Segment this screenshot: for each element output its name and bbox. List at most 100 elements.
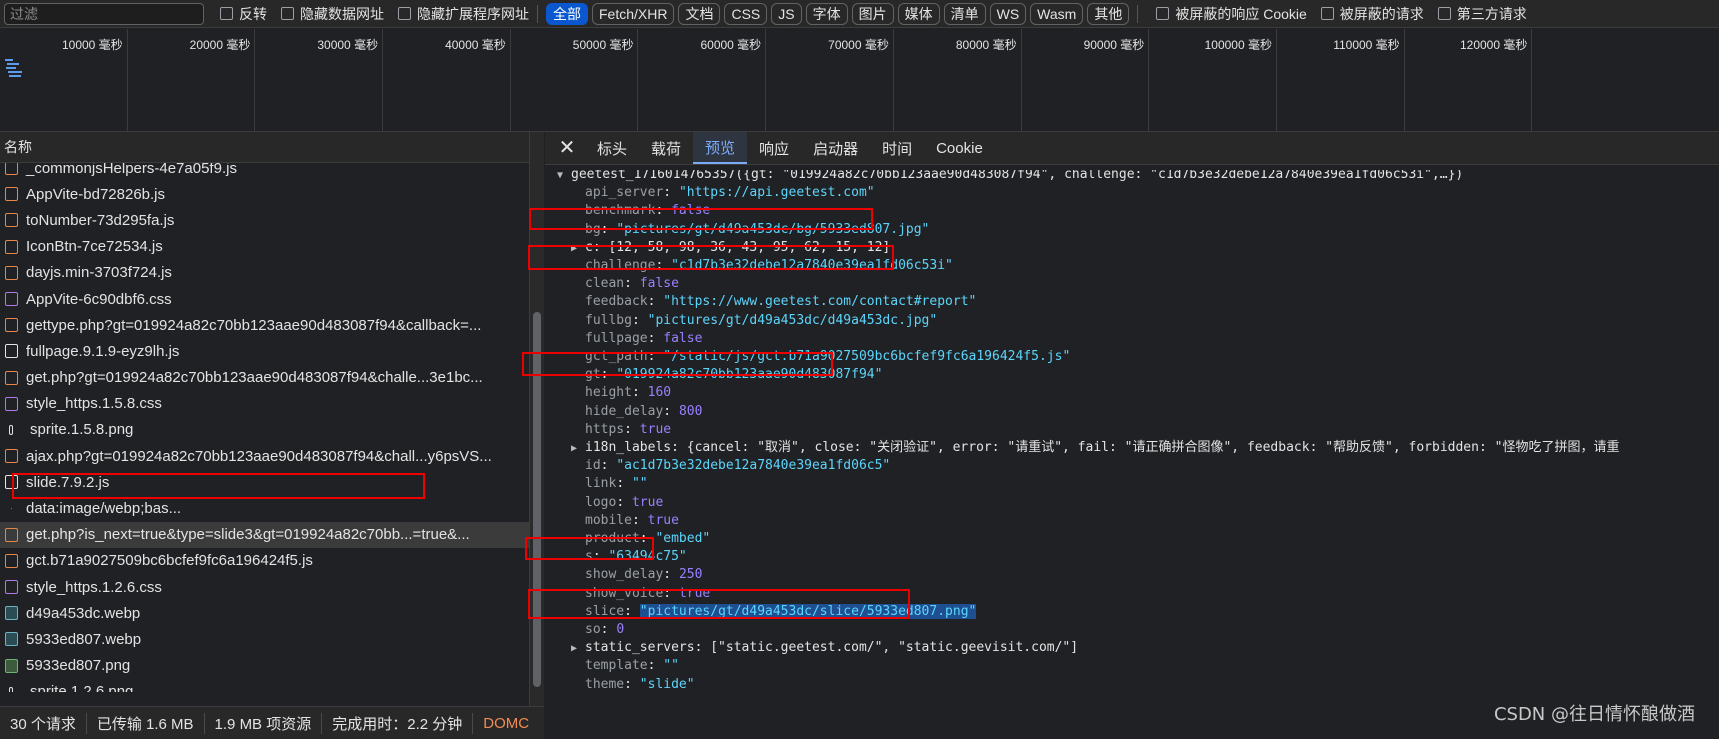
type-filter-10[interactable]: Wasm [1030, 2, 1084, 25]
timeline-tick: 70000 毫秒 [766, 29, 894, 131]
property-value: true [639, 421, 672, 437]
checkbox-box[interactable] [281, 7, 294, 20]
request-row[interactable]: slide.7.9.2.js [0, 469, 529, 495]
request-count: 30 个请求 [0, 712, 87, 734]
json-property-static_servers[interactable]: ▶ static_servers: ["static.geetest.com/",… [571, 638, 1078, 658]
expand-triangle-icon[interactable]: ▶ [571, 439, 585, 459]
request-row[interactable]: · data:image/webp;bas... [0, 495, 529, 521]
request-row[interactable]: get.php?is_next=true&type=slide3&gt=0199… [0, 521, 529, 548]
request-row[interactable]: 5933ed807.webp [0, 626, 529, 652]
expand-triangle-icon[interactable]: ▼ [557, 170, 571, 186]
json-property-fullpage: fullpage: false [585, 330, 703, 346]
request-name: get.php?gt=019924a82c70bb123aae90d483087… [26, 369, 483, 387]
property-key: hide_delay [585, 403, 664, 419]
request-row[interactable]: fullpage.9.1.9-eyz9lh.js [0, 338, 529, 364]
request-row[interactable]: IconBtn-7ce72534.js [0, 234, 529, 260]
name-column-header[interactable]: 名称 [0, 132, 529, 163]
dom-content-loaded: DOMC [483, 714, 530, 732]
request-row[interactable]: d49a453dc.webp [0, 600, 529, 626]
property-key: product [585, 531, 640, 546]
type-filter-5[interactable]: 字体 [805, 2, 848, 25]
checkbox-box[interactable] [1320, 7, 1334, 20]
tab-1[interactable]: 载荷 [639, 132, 693, 164]
tick-label: 110000 毫秒 [1333, 38, 1400, 52]
checkbox-box[interactable] [220, 7, 233, 20]
property-value: true [678, 585, 711, 601]
type-filter-3[interactable]: CSS [724, 2, 768, 25]
json-property-i18n_labels[interactable]: ▶ i18n_labels: {cancel: "取消", close: "关闭验… [571, 438, 1619, 458]
tab-4[interactable]: 启动器 [801, 132, 870, 164]
json-property-c[interactable]: ▶ c: [12, 58, 98, 36, 43, 95, 62, 15, 12] [571, 238, 890, 258]
js-file-icon [5, 449, 18, 464]
request-list-scrollbar[interactable] [530, 132, 544, 706]
network-timeline-overview[interactable]: 10000 毫秒 20000 毫秒 30000 毫秒 40000 毫秒 50000 毫秒… [0, 29, 1719, 132]
checkbox-box[interactable] [1437, 7, 1451, 20]
request-name: IconBtn-7ce72534.js [26, 238, 163, 256]
property-value: "pictures/gt/d49a453dc/slice/5933ed807.p… [639, 603, 977, 619]
type-filter-6[interactable]: 图片 [851, 2, 894, 25]
type-filter-11[interactable]: 其他 [1087, 2, 1130, 25]
js-file-icon [5, 370, 18, 385]
filter-input[interactable] [4, 2, 204, 25]
checkbox-checkboxes_right-2[interactable]: 第三方请求 [1437, 4, 1527, 24]
timeline-request-bar [8, 71, 22, 73]
tab-0[interactable]: 标头 [585, 132, 639, 164]
request-row[interactable]: sprite.1.5.8.png [0, 417, 529, 443]
timeline-tick: 60000 毫秒 [639, 29, 767, 131]
request-row[interactable]: AppVite-bd72826b.js [0, 181, 529, 207]
expand-triangle-icon[interactable]: ▶ [571, 239, 585, 259]
type-filter-0[interactable]: 全部 [546, 2, 588, 25]
tab-6[interactable]: Cookie [924, 132, 995, 164]
tab-5[interactable]: 时间 [870, 132, 924, 164]
property-key: template [585, 658, 648, 674]
checkbox-checkboxes-1[interactable]: 隐藏数据网址 [281, 4, 384, 24]
checkbox-label: 隐藏扩展程序网址 [417, 5, 529, 22]
request-row[interactable]: sprite.1.2.6.png [0, 679, 529, 692]
property-value: "https://www.geetest.com/contact#report" [663, 294, 977, 310]
checkbox-checkboxes-0[interactable]: 反转 [220, 4, 267, 24]
request-name: _commonjsHelpers-4e7a05f9.js [26, 163, 237, 177]
checkbox-label: 隐藏数据网址 [300, 5, 384, 22]
request-name: style_https.1.5.8.css [26, 395, 162, 413]
type-filter-9[interactable]: WS [989, 2, 1027, 25]
doc-file-icon [5, 475, 18, 490]
type-filter-7[interactable]: 媒体 [897, 2, 940, 25]
css-file-icon [5, 396, 18, 411]
request-row[interactable]: gettype.php?gt=019924a82c70bb123aae90d48… [0, 312, 529, 338]
request-row[interactable]: dayjs.min-3703f724.js [0, 260, 529, 286]
close-icon[interactable]: ✕ [557, 138, 577, 158]
request-row[interactable]: 5933ed807.png [0, 653, 529, 679]
checkbox-box[interactable] [1156, 7, 1170, 20]
type-filter-2[interactable]: 文档 [678, 2, 721, 25]
request-name: 5933ed807.png [26, 657, 131, 675]
checkbox-checkboxes_right-1[interactable]: 被屏蔽的请求 [1320, 4, 1424, 24]
json-property-gt: gt: "019924a82c70bb123aae90d483087f94" [585, 367, 883, 383]
expand-triangle-icon[interactable]: ▶ [571, 639, 585, 659]
request-row[interactable]: style_https.1.2.6.css [0, 574, 529, 600]
request-row[interactable]: toNumber-73d295fa.js [0, 207, 529, 233]
type-filter-1[interactable]: Fetch/XHR [592, 2, 675, 25]
request-name: d49a453dc.webp [26, 604, 141, 622]
checkbox-box[interactable] [398, 7, 411, 20]
checkbox-checkboxes_right-0[interactable]: 被屏蔽的响应 Cookie [1156, 4, 1307, 24]
request-row[interactable]: get.php?gt=019924a82c70bb123aae90d483087… [0, 365, 529, 391]
timeline-request-bar [9, 75, 21, 77]
property-key: api_server [585, 185, 664, 201]
checkbox-checkboxes-2[interactable]: 隐藏扩展程序网址 [398, 4, 529, 24]
property-key: feedback [585, 294, 648, 310]
request-row[interactable]: style_https.1.5.8.css [0, 391, 529, 417]
transferred-size: 已传输 1.6 MB [87, 712, 205, 734]
scrollbar-thumb[interactable] [533, 312, 541, 687]
json-property-show_voice: show_voice: true [585, 585, 711, 601]
property-value: false [639, 276, 679, 292]
checkbox-label: 被屏蔽的请求 [1339, 5, 1424, 22]
request-row[interactable]: AppVite-6c90dbf6.css [0, 286, 529, 312]
type-filter-4[interactable]: JS [771, 2, 802, 25]
property-key: challenge [585, 258, 656, 273]
request-row[interactable]: gct.b71a9027509bc6bcfef9fc6a196424f5.js [0, 548, 529, 574]
type-filter-8[interactable]: 清单 [943, 2, 986, 25]
tab-3[interactable]: 响应 [747, 132, 801, 164]
request-row[interactable]: _commonjsHelpers-4e7a05f9.js [0, 163, 529, 181]
tab-2[interactable]: 预览 [693, 132, 748, 164]
request-row[interactable]: ajax.php?gt=019924a82c70bb123aae90d48308… [0, 443, 529, 469]
